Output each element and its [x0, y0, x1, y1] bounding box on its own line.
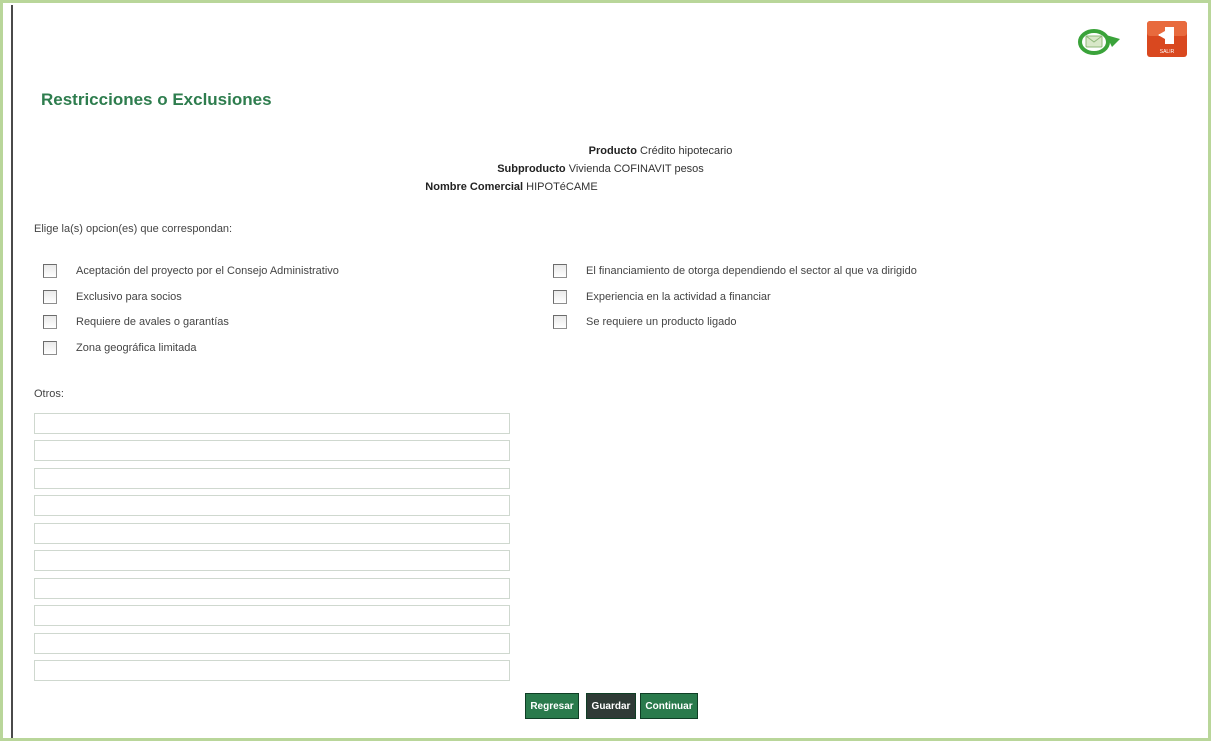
otros-field-8[interactable]: [34, 605, 510, 626]
otros-field-10[interactable]: [34, 660, 510, 681]
content-area: [11, 5, 1208, 738]
nombre-comercial-label: Nombre Comercial: [425, 181, 524, 193]
continuar-button[interactable]: Continuar: [640, 693, 698, 719]
otros-field-6[interactable]: [34, 550, 510, 571]
guardar-button[interactable]: Guardar: [586, 693, 636, 719]
option-label: El financiamiento de otorga dependiendo …: [586, 265, 917, 277]
regresar-button[interactable]: Regresar: [525, 693, 579, 719]
producto-label: Producto: [588, 145, 637, 157]
checkbox[interactable]: [43, 264, 57, 278]
option-experiencia-actividad[interactable]: Experiencia en la actividad a financiar: [553, 289, 771, 305]
page-title: Restricciones o Exclusiones: [41, 90, 272, 109]
subproducto-label: Subproducto: [497, 163, 566, 175]
exit-icon-label: SALIR: [1160, 49, 1175, 55]
product-info: Producto Crédito hipotecario Subproducto…: [0, 142, 1211, 196]
option-label: Experiencia en la actividad a financiar: [586, 291, 771, 303]
nombre-comercial-row: Nombre Comercial HIPOTéCAME: [0, 178, 1117, 196]
producto-row: Producto Crédito hipotecario: [55, 142, 1211, 160]
subproducto-row: Subproducto Vivienda COFINAVIT pesos: [0, 160, 1206, 178]
option-aceptacion-proyecto[interactable]: Aceptación del proyecto por el Consejo A…: [43, 263, 339, 279]
otros-field-9[interactable]: [34, 633, 510, 654]
option-label: Aceptación del proyecto por el Consejo A…: [76, 265, 339, 277]
otros-field-2[interactable]: [34, 440, 510, 461]
otros-label: Otros:: [34, 388, 64, 400]
mail-send-icon[interactable]: [1078, 27, 1124, 57]
option-label: Se requiere un producto ligado: [586, 316, 737, 328]
checkbox[interactable]: [553, 264, 567, 278]
option-financiamiento-sector[interactable]: El financiamiento de otorga dependiendo …: [553, 263, 917, 279]
option-zona-geografica[interactable]: Zona geográfica limitada: [43, 340, 196, 356]
checkbox[interactable]: [43, 315, 57, 329]
producto-value: Crédito hipotecario: [640, 145, 733, 157]
checkbox[interactable]: [43, 290, 57, 304]
otros-field-3[interactable]: [34, 468, 510, 489]
option-label: Exclusivo para socios: [76, 291, 182, 303]
otros-field-5[interactable]: [34, 523, 510, 544]
otros-field-4[interactable]: [34, 495, 510, 516]
checkbox[interactable]: [553, 290, 567, 304]
otros-field-7[interactable]: [34, 578, 510, 599]
option-producto-ligado[interactable]: Se requiere un producto ligado: [553, 314, 736, 330]
nombre-comercial-value: HIPOTéCAME: [526, 181, 598, 193]
option-label: Requiere de avales o garantías: [76, 316, 229, 328]
exit-icon[interactable]: SALIR: [1147, 21, 1187, 57]
option-exclusivo-socios[interactable]: Exclusivo para socios: [43, 289, 182, 305]
option-requiere-avales[interactable]: Requiere de avales o garantías: [43, 314, 229, 330]
subproducto-value: Vivienda COFINAVIT pesos: [568, 163, 704, 175]
option-label: Zona geográfica limitada: [76, 342, 197, 354]
otros-field-1[interactable]: [34, 413, 510, 434]
checkbox[interactable]: [43, 341, 57, 355]
page-frame: [0, 0, 1211, 741]
options-prompt: Elige la(s) opcion(es) que correspondan:: [34, 223, 233, 235]
checkbox[interactable]: [553, 315, 567, 329]
